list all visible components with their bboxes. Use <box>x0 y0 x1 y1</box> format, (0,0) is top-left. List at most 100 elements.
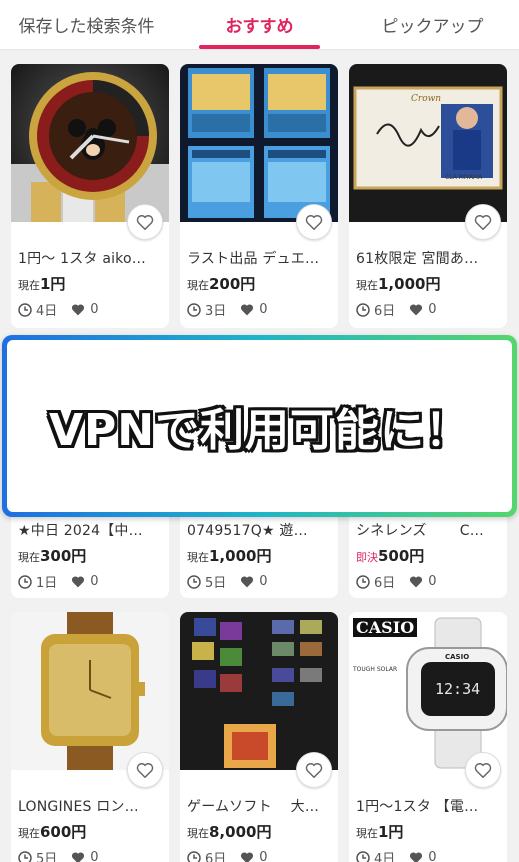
like-count: 0 <box>90 850 99 862</box>
time-left: 6日 <box>205 852 227 862</box>
item-title: 1円～ 1スタ aiko… <box>18 251 146 267</box>
price-label: 現在 <box>187 551 209 564</box>
favorite-heart-icon[interactable] <box>465 204 501 240</box>
item-price: 現在8,000円 <box>187 821 271 842</box>
card-brand-text: Crown <box>411 94 442 104</box>
time-left: 6日 <box>374 304 396 319</box>
item-card[interactable]: 1円～ 1スタ aiko… 現在1円 4日 0 <box>11 64 169 328</box>
price-amount: 8,000円 <box>209 823 272 841</box>
heart-icon <box>410 304 423 316</box>
item-meta: 5日 0 <box>18 848 99 862</box>
clock-icon <box>356 302 370 317</box>
watch-brand-text: CASIO <box>445 653 470 661</box>
price-amount: 1,000円 <box>378 275 441 293</box>
item-image <box>11 64 169 222</box>
clock-icon <box>356 574 370 589</box>
time-left: 4日 <box>374 852 396 862</box>
item-meta: 6日 0 <box>356 572 437 591</box>
price-label: 現在 <box>18 279 40 292</box>
like-count: 0 <box>428 574 437 589</box>
casio-tag-text: TOUGH SOLAR <box>353 666 398 673</box>
watch-time-text: 12:34 <box>435 680 481 698</box>
like-count: 0 <box>428 850 437 862</box>
item-image <box>11 612 169 770</box>
price-label: 現在 <box>187 827 209 840</box>
clock-icon <box>187 574 201 589</box>
item-price: 現在1,000円 <box>187 545 271 566</box>
item-meta: 1日 0 <box>18 572 99 591</box>
item-card[interactable]: ラスト出品 デュエ… 現在200円 3日 0 <box>180 64 338 328</box>
vpn-banner-inner: VPNで利用可能に！ <box>7 340 512 512</box>
casio-logo-text: CASIO <box>353 618 418 637</box>
item-image: CASIO TOUGH SOLAR CASIO 12:34 <box>349 612 507 770</box>
price-amount: 1円 <box>378 823 404 841</box>
time-left: 5日 <box>205 576 227 591</box>
item-meta: 6日 0 <box>356 300 437 319</box>
heart-icon <box>72 304 85 316</box>
item-card[interactable]: Crown CLA MIYAMA 61枚限定 宮間あ… 現在1,000円 6日 … <box>349 64 507 328</box>
time-left: 3日 <box>205 304 227 319</box>
tab-pickup[interactable]: ピックアップ <box>346 0 519 49</box>
favorite-heart-icon[interactable] <box>296 752 332 788</box>
clock-icon <box>356 850 370 862</box>
item-title: ゲームソフト 大… <box>187 799 320 815</box>
favorite-heart-icon[interactable] <box>127 752 163 788</box>
vpn-banner: VPNで利用可能に！ <box>2 335 517 517</box>
heart-icon <box>241 852 254 862</box>
like-count: 0 <box>90 574 99 589</box>
price-amount: 500円 <box>378 547 425 565</box>
heart-icon <box>241 304 254 316</box>
heart-icon <box>72 576 85 588</box>
item-title: LONGINES ロン… <box>18 799 139 815</box>
clock-icon <box>18 302 32 317</box>
heart-icon <box>72 852 85 862</box>
like-count: 0 <box>259 574 268 589</box>
clock-icon <box>18 574 32 589</box>
item-image: Crown CLA MIYAMA <box>349 64 507 222</box>
favorite-heart-icon[interactable] <box>296 204 332 240</box>
item-meta: 4日 0 <box>18 300 99 319</box>
clock-icon <box>187 850 201 862</box>
like-count: 0 <box>259 302 268 317</box>
price-label: 現在 <box>18 551 40 564</box>
item-meta: 6日 0 <box>187 848 268 862</box>
price-amount: 1円 <box>40 275 66 293</box>
heart-icon <box>241 576 254 588</box>
heart-icon <box>410 852 423 862</box>
price-label: 即決 <box>356 551 378 564</box>
price-label: 現在 <box>356 827 378 840</box>
clock-icon <box>187 302 201 317</box>
item-price: 現在1円 <box>18 273 65 294</box>
item-price: 現在300円 <box>18 545 86 566</box>
heart-icon <box>410 576 423 588</box>
item-title: 1円～1スタ 【電… <box>356 799 479 815</box>
time-left: 4日 <box>36 304 58 319</box>
tab-recommended[interactable]: おすすめ <box>173 0 346 49</box>
price-label: 現在 <box>187 279 209 292</box>
item-image <box>180 612 338 770</box>
item-card[interactable]: ゲームソフト 大… 現在8,000円 6日 0 <box>180 612 338 862</box>
tab-bar: 保存した検索条件 おすすめ ピックアップ <box>0 0 519 50</box>
item-title: 0749517Q★ 遊… <box>187 523 308 539</box>
price-amount: 300円 <box>40 547 87 565</box>
time-left: 1日 <box>36 576 58 591</box>
clock-icon <box>18 850 32 862</box>
item-title: 61枚限定 宮間あ… <box>356 251 479 267</box>
like-count: 0 <box>428 302 437 317</box>
tab-saved-searches[interactable]: 保存した検索条件 <box>0 0 173 49</box>
item-price: 現在1円 <box>356 821 403 842</box>
item-title: ラスト出品 デュエ… <box>187 251 320 267</box>
favorite-heart-icon[interactable] <box>465 752 501 788</box>
price-label: 現在 <box>356 279 378 292</box>
item-meta: 3日 0 <box>187 300 268 319</box>
time-left: 6日 <box>374 576 396 591</box>
price-amount: 600円 <box>40 823 87 841</box>
item-card[interactable]: CASIO TOUGH SOLAR CASIO 12:34 1円～1スタ 【電…… <box>349 612 507 862</box>
price-amount: 1,000円 <box>209 547 272 565</box>
favorite-heart-icon[interactable] <box>127 204 163 240</box>
item-meta: 4日 0 <box>356 848 437 862</box>
item-price: 即決500円 <box>356 545 424 566</box>
item-image <box>180 64 338 222</box>
item-card[interactable]: LONGINES ロン… 現在600円 5日 0 <box>11 612 169 862</box>
item-price: 現在200円 <box>187 273 255 294</box>
